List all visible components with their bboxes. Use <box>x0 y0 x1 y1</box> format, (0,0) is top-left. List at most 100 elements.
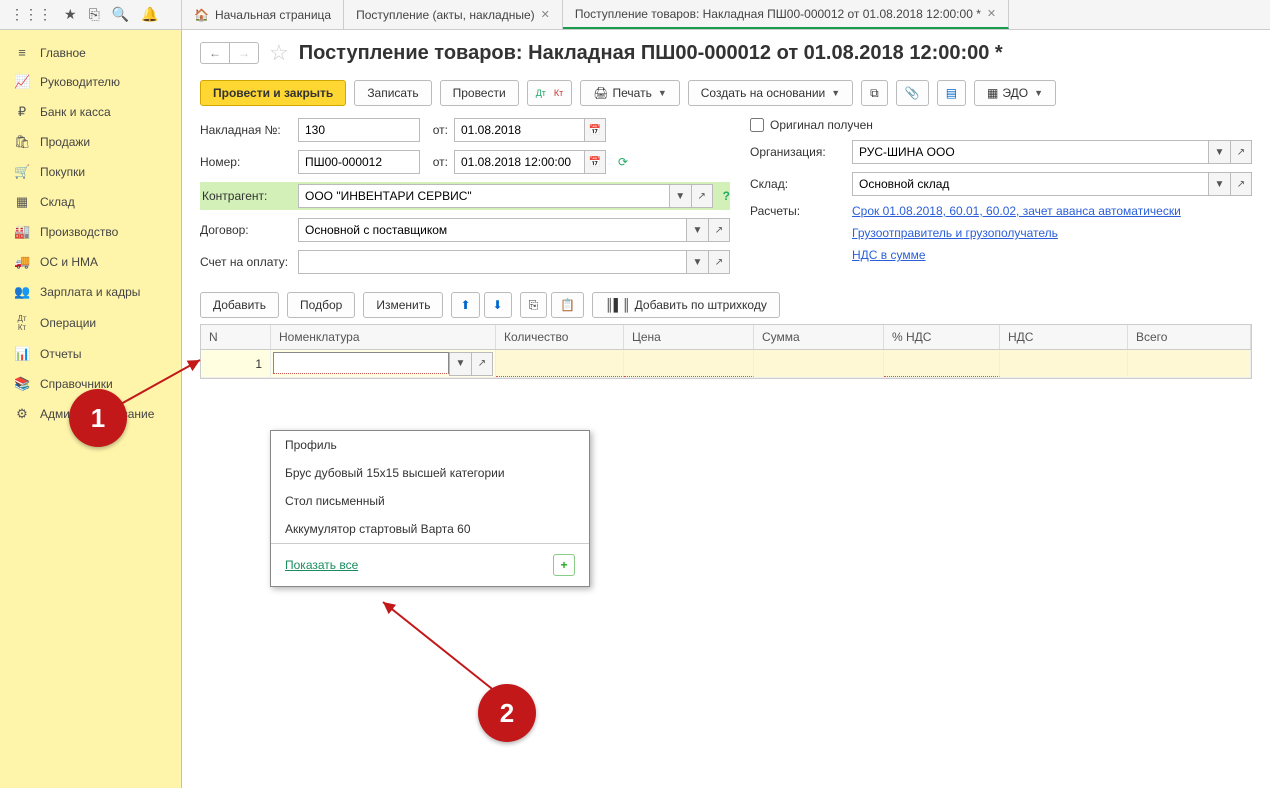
show-all-link[interactable]: Показать все <box>285 558 358 572</box>
table-row[interactable]: 1 ▼ ↗ <box>201 350 1251 378</box>
post-button[interactable]: Провести <box>440 80 519 106</box>
open-icon[interactable]: ↗ <box>1230 140 1252 164</box>
create-based-on-button[interactable]: Создать на основании▼ <box>688 80 853 106</box>
td-nomenclature[interactable]: ▼ ↗ <box>271 350 496 377</box>
sidebar-item-sales[interactable]: 🛍Продажи <box>0 127 181 157</box>
back-button[interactable]: ← <box>201 43 230 63</box>
td-vat[interactable] <box>1000 350 1128 377</box>
pick-button[interactable]: Подбор <box>287 292 355 318</box>
move-down-button[interactable]: ⬇ <box>484 292 512 318</box>
invoice-no-label: Накладная №: <box>200 120 292 140</box>
dtKt-button[interactable]: ДтКт <box>527 80 573 106</box>
gear-icon: ⚙ <box>14 406 30 422</box>
sidebar-item-label: Покупки <box>40 165 85 179</box>
tab-receipts[interactable]: Поступление (акты, накладные) ✕ <box>344 0 563 29</box>
td-price[interactable] <box>624 350 754 377</box>
original-received-checkbox[interactable] <box>750 118 764 132</box>
copy-icon[interactable]: ⎘ <box>89 6 100 23</box>
add-new-button[interactable]: + <box>553 554 575 576</box>
td-vat-pct[interactable] <box>884 350 1000 377</box>
nomenclature-input[interactable] <box>273 352 449 374</box>
from-label: от: <box>426 123 448 137</box>
modify-button[interactable]: Изменить <box>363 292 443 318</box>
forward-button[interactable]: → <box>230 43 258 63</box>
apps-icon[interactable]: ⋮⋮⋮ <box>10 6 52 23</box>
report-button[interactable]: ▤ <box>937 80 966 106</box>
vat-link[interactable]: НДС в сумме <box>852 248 926 262</box>
shipper-link[interactable]: Грузоотправитель и грузополучатель <box>852 226 1058 240</box>
edo-icon: ▦ <box>987 86 998 100</box>
td-total[interactable] <box>1128 350 1251 377</box>
datetime-input[interactable] <box>454 150 584 174</box>
refresh-icon[interactable]: ⟳ <box>618 155 628 169</box>
chart-icon: 📈 <box>14 74 30 90</box>
favorite-icon[interactable]: ☆ <box>269 40 289 66</box>
invoice-date-input[interactable] <box>454 118 584 142</box>
sidebar-item-label: Склад <box>40 195 75 209</box>
sidebar-item-label: Операции <box>40 316 96 330</box>
open-icon[interactable]: ↗ <box>471 352 493 376</box>
bell-icon[interactable]: 🔔 <box>141 6 158 23</box>
td-qty[interactable] <box>496 350 624 377</box>
close-icon[interactable]: ✕ <box>987 7 996 20</box>
dropdown-item[interactable]: Стол письменный <box>271 487 589 515</box>
organization-input[interactable] <box>852 140 1208 164</box>
sidebar-item-label: Банк и касса <box>40 105 111 119</box>
nomenclature-dropdown: Профиль Брус дубовый 15х15 высшей катего… <box>270 430 590 587</box>
dropdown-icon[interactable]: ▼ <box>669 184 691 208</box>
calendar-icon[interactable]: 📅 <box>584 150 606 174</box>
td-sum[interactable] <box>754 350 884 377</box>
settlements-link[interactable]: Срок 01.08.2018, 60.01, 60.02, зачет ава… <box>852 204 1181 218</box>
table-header: N Номенклатура Количество Цена Сумма % Н… <box>201 325 1251 350</box>
dropdown-icon[interactable]: ▼ <box>1208 172 1230 196</box>
contract-input[interactable] <box>298 218 686 242</box>
star-icon[interactable]: ★ <box>64 6 77 23</box>
sidebar-item-purchases[interactable]: 🛒Покупки <box>0 157 181 187</box>
sidebar-item-manager[interactable]: 📈 Руководителю <box>0 67 181 97</box>
related-button[interactable]: ⧉ <box>861 80 888 106</box>
dropdown-item[interactable]: Брус дубовый 15х15 высшей категории <box>271 459 589 487</box>
add-button[interactable]: Добавить <box>200 292 279 318</box>
dropdown-item[interactable]: Профиль <box>271 431 589 459</box>
th-nomenclature: Номенклатура <box>271 325 496 349</box>
search-icon[interactable]: 🔍 <box>112 6 129 23</box>
sidebar-item-bank[interactable]: ₽Банк и касса <box>0 97 181 127</box>
tab-receipt-document[interactable]: Поступление товаров: Накладная ПШ00-0000… <box>563 0 1009 29</box>
sidebar-item-operations[interactable]: Дт КтОперации <box>0 307 181 339</box>
edo-button[interactable]: ▦ЭДО▼ <box>974 80 1056 106</box>
dropdown-icon[interactable]: ▼ <box>686 218 708 242</box>
th-vat-pct: % НДС <box>884 325 1000 349</box>
print-button[interactable]: 🖨Печать▼ <box>580 80 679 106</box>
paste-button[interactable]: 📋 <box>551 292 584 318</box>
tab-home[interactable]: 🏠 Начальная страница <box>182 0 344 29</box>
help-icon[interactable]: ? <box>723 189 730 203</box>
sidebar-item-main[interactable]: ≡Главное <box>0 38 181 67</box>
open-icon[interactable]: ↗ <box>708 250 730 274</box>
sidebar-item-hr[interactable]: 👥Зарплата и кадры <box>0 277 181 307</box>
calendar-icon[interactable]: 📅 <box>584 118 606 142</box>
close-icon[interactable]: ✕ <box>541 8 550 21</box>
sidebar-item-assets[interactable]: 🚚ОС и НМА <box>0 247 181 277</box>
sidebar-item-warehouse[interactable]: ▦Склад <box>0 187 181 217</box>
dropdown-icon[interactable]: ▼ <box>449 352 471 376</box>
payment-input[interactable] <box>298 250 686 274</box>
dropdown-icon[interactable]: ▼ <box>686 250 708 274</box>
open-icon[interactable]: ↗ <box>691 184 713 208</box>
sidebar-item-label: Руководителю <box>40 75 120 89</box>
invoice-no-input[interactable] <box>298 118 420 142</box>
dropdown-item[interactable]: Аккумулятор стартовый Варта 60 <box>271 515 589 543</box>
move-up-button[interactable]: ⬆ <box>451 292 479 318</box>
add-by-barcode-button[interactable]: ║▌║Добавить по штрихкоду <box>592 292 780 318</box>
tab-label: Начальная страница <box>215 8 331 22</box>
sidebar-item-production[interactable]: 🏭Производство <box>0 217 181 247</box>
write-button[interactable]: Записать <box>354 80 431 106</box>
copy-button[interactable]: ⎘ <box>520 292 548 318</box>
attachment-button[interactable]: 📎 <box>896 80 929 106</box>
open-icon[interactable]: ↗ <box>708 218 730 242</box>
dropdown-icon[interactable]: ▼ <box>1208 140 1230 164</box>
warehouse-input[interactable] <box>852 172 1208 196</box>
counterparty-input[interactable] <box>298 184 669 208</box>
number-input[interactable] <box>298 150 420 174</box>
post-and-close-button[interactable]: Провести и закрыть <box>200 80 346 106</box>
open-icon[interactable]: ↗ <box>1230 172 1252 196</box>
